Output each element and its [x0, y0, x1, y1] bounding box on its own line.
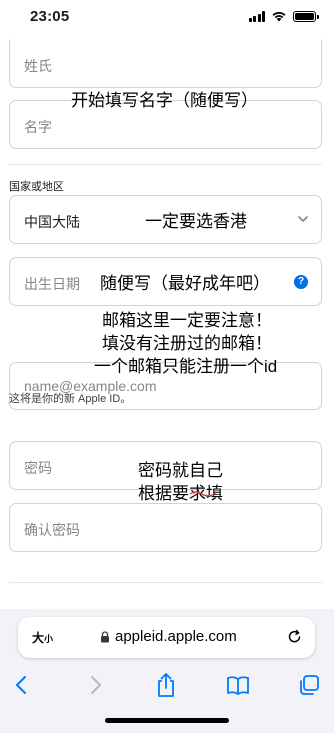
email-annotation-line3: 一个邮箱只能注册一个id [94, 357, 278, 376]
text-size-button[interactable]: 大小 [32, 629, 53, 646]
status-icons [248, 10, 319, 22]
url-text: appleid.apple.com [115, 628, 237, 645]
chevron-down-icon [298, 216, 308, 222]
email-annotation-line2: 填没有注册过的邮箱！ [102, 334, 272, 353]
wifi-icon [272, 11, 286, 22]
password-annotation-line1: 密码就自己 [138, 461, 223, 480]
status-time: 23:05 [30, 8, 70, 25]
last-name-placeholder: 姓氏 [24, 58, 52, 74]
birthday-placeholder: 出生日期 [24, 276, 80, 292]
birthday-annotation: 随便写（最好成年吧） [100, 274, 270, 293]
share-button[interactable] [153, 672, 179, 698]
help-icon[interactable]: ? [294, 275, 308, 289]
red-scribble-mark [189, 491, 217, 497]
region-annotation: 一定要选香港 [145, 212, 247, 231]
tabs-icon [300, 675, 319, 695]
back-button[interactable] [8, 672, 34, 698]
email-annotation-line1: 邮箱这里一定要注意！ [102, 311, 272, 330]
share-icon [158, 673, 174, 697]
chevron-left-icon [16, 676, 26, 694]
bookmarks-button[interactable] [225, 672, 251, 698]
confirm-password-placeholder: 确认密码 [24, 522, 80, 538]
status-bar: 23:05 [0, 0, 334, 34]
section-divider [9, 164, 322, 165]
form-bottom-divider [9, 582, 322, 583]
battery-icon [293, 10, 319, 22]
reload-icon[interactable] [286, 628, 303, 645]
lock-icon [101, 631, 109, 643]
region-label: 国家或地区 [9, 181, 64, 193]
address-bar[interactable]: 大小 appleid.apple.com [18, 617, 315, 658]
region-value: 中国大陆 [24, 214, 80, 230]
text-size-small-glyph: 小 [44, 634, 54, 644]
confirm-password-field[interactable]: 确认密码 [9, 503, 322, 552]
last-name-field[interactable]: 姓氏 [9, 39, 322, 88]
password-placeholder: 密码 [24, 460, 52, 476]
chevron-right-icon [91, 676, 101, 694]
cellular-signal-icon [248, 10, 265, 22]
book-icon [227, 676, 249, 695]
tabs-button[interactable] [296, 672, 322, 698]
home-indicator [105, 718, 229, 723]
forward-button[interactable] [83, 672, 109, 698]
first-name-placeholder: 名字 [24, 119, 52, 135]
email-hint: 这将是你的新 Apple ID。 [9, 393, 132, 405]
name-annotation: 开始填写名字（随便写） [71, 91, 258, 110]
text-size-large-glyph: 大 [32, 631, 45, 645]
